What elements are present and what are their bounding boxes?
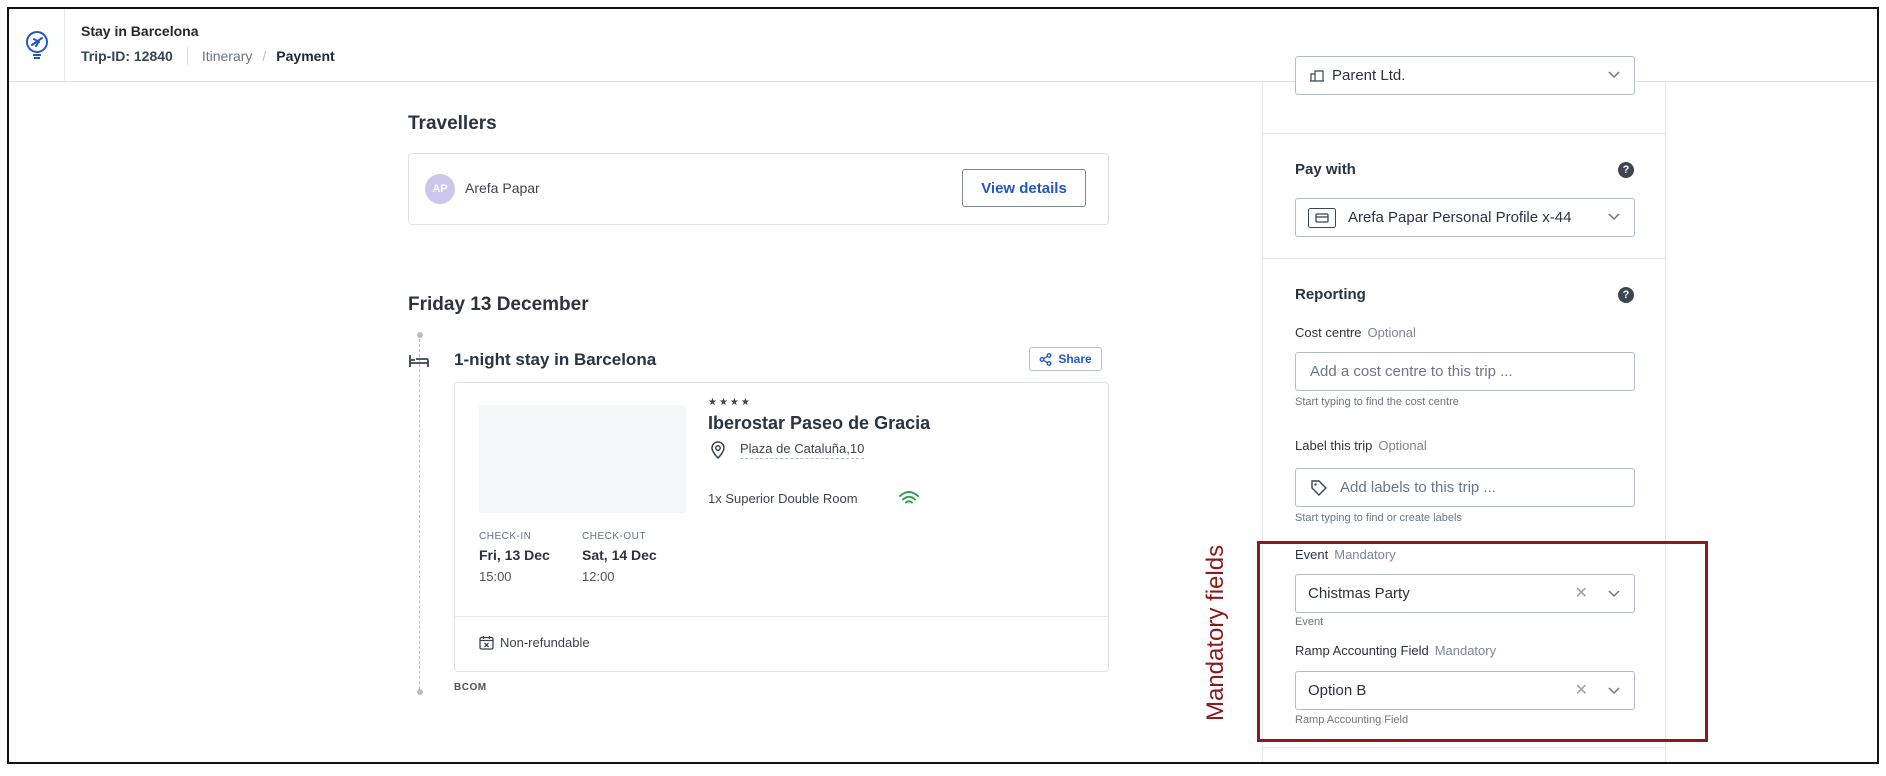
panel-divider [1263, 258, 1665, 259]
checkin-label: CHECK-IN [479, 531, 532, 542]
company-select[interactable]: Parent Ltd. [1295, 56, 1635, 95]
refund-policy: Non-refundable [500, 635, 590, 650]
payment-method-value: Arefa Papar Personal Profile x-44 [1348, 209, 1572, 226]
reporting-title: Reporting [1295, 286, 1366, 303]
hotel-image-placeholder [479, 405, 686, 513]
checkout-label: CHECK-OUT [582, 531, 646, 542]
cost-centre-label: Cost centre Optional [1295, 325, 1416, 340]
chevron-down-icon [1608, 71, 1620, 79]
breadcrumb-separator: / [262, 48, 267, 64]
hotel-stars: ★★★★ [708, 397, 752, 408]
labels-hint: Start typing to find or create labels [1295, 512, 1462, 524]
card-divider [455, 616, 1108, 617]
timeline-line [419, 339, 420, 689]
checkout-date: Sat, 14 Dec [582, 547, 657, 563]
credit-card-icon [1308, 207, 1336, 228]
panel-divider [1263, 133, 1665, 134]
optional-tag: Optional [1367, 325, 1416, 340]
hotel-card: ★★★★ Iberostar Paseo de Gracia Plaza de … [454, 382, 1109, 672]
payment-method-select[interactable]: Arefa Papar Personal Profile x-44 [1295, 198, 1635, 237]
company-select-value: Parent Ltd. [1332, 67, 1406, 84]
timeline-dot-top [417, 332, 423, 338]
traveller-name: Arefa Papar [465, 180, 540, 196]
logo[interactable] [9, 9, 65, 81]
trip-id: Trip-ID: 12840 [81, 48, 173, 64]
divider [186, 47, 188, 65]
share-icon [1039, 352, 1052, 366]
mandatory-fields-annotation: Mandatory fields [1202, 544, 1229, 721]
hotel-name: Iberostar Paseo de Gracia [708, 413, 931, 433]
checkout-time: 12:00 [582, 569, 615, 584]
share-button[interactable]: Share [1029, 347, 1102, 371]
day-title: Friday 13 December [408, 294, 589, 315]
breadcrumb-itinerary[interactable]: Itinerary [202, 48, 253, 64]
mandatory-fields-highlight [1257, 541, 1708, 742]
bed-icon [409, 355, 429, 367]
help-icon[interactable]: ? [1618, 287, 1634, 303]
cost-centre-hint: Start typing to find the cost centre [1295, 396, 1459, 408]
travellers-title: Travellers [408, 113, 497, 134]
checkin-time: 15:00 [479, 569, 512, 584]
plane-lightbulb-icon [25, 31, 48, 59]
checkin-date: Fri, 13 Dec [479, 547, 550, 563]
provider-label: BCOM [454, 682, 487, 693]
chevron-down-icon [1608, 213, 1620, 221]
label-trip-label: Label this trip Optional [1295, 438, 1427, 453]
avatar: AP [425, 174, 455, 204]
view-details-button[interactable]: View details [962, 169, 1086, 207]
cost-centre-placeholder: Add a cost centre to this trip ... [1310, 363, 1513, 380]
app-frame: Stay in Barcelona Trip-ID: 12840 Itinera… [7, 7, 1879, 764]
room-type: 1x Superior Double Room [708, 491, 858, 506]
cost-centre-input[interactable]: Add a cost centre to this trip ... [1295, 352, 1635, 391]
building-icon [1310, 69, 1324, 82]
optional-tag: Optional [1378, 438, 1427, 453]
timeline-dot-bottom [417, 689, 423, 695]
hotel-address[interactable]: Plaza de Cataluña,10 [740, 441, 865, 459]
panel-divider [1263, 747, 1665, 748]
travellers-card: AP Arefa Papar View details [408, 153, 1109, 225]
pay-with-title: Pay with [1295, 161, 1356, 178]
breadcrumb-payment: Payment [276, 48, 335, 64]
location-pin-icon [711, 441, 725, 459]
tag-icon [1311, 479, 1327, 496]
stay-title: 1-night stay in Barcelona [454, 350, 657, 369]
labels-input[interactable]: Add labels to this trip ... [1295, 468, 1635, 507]
wifi-icon [899, 491, 919, 504]
label-trip-label-text: Label this trip [1295, 438, 1373, 453]
breadcrumb: Trip-ID: 12840 Itinerary / Payment [81, 47, 335, 65]
trip-title: Stay in Barcelona [81, 23, 199, 39]
share-label: Share [1058, 352, 1092, 366]
help-icon[interactable]: ? [1618, 162, 1634, 178]
calendar-x-icon [479, 636, 494, 650]
labels-placeholder: Add labels to this trip ... [1340, 479, 1496, 496]
cost-centre-label-text: Cost centre [1295, 325, 1362, 340]
